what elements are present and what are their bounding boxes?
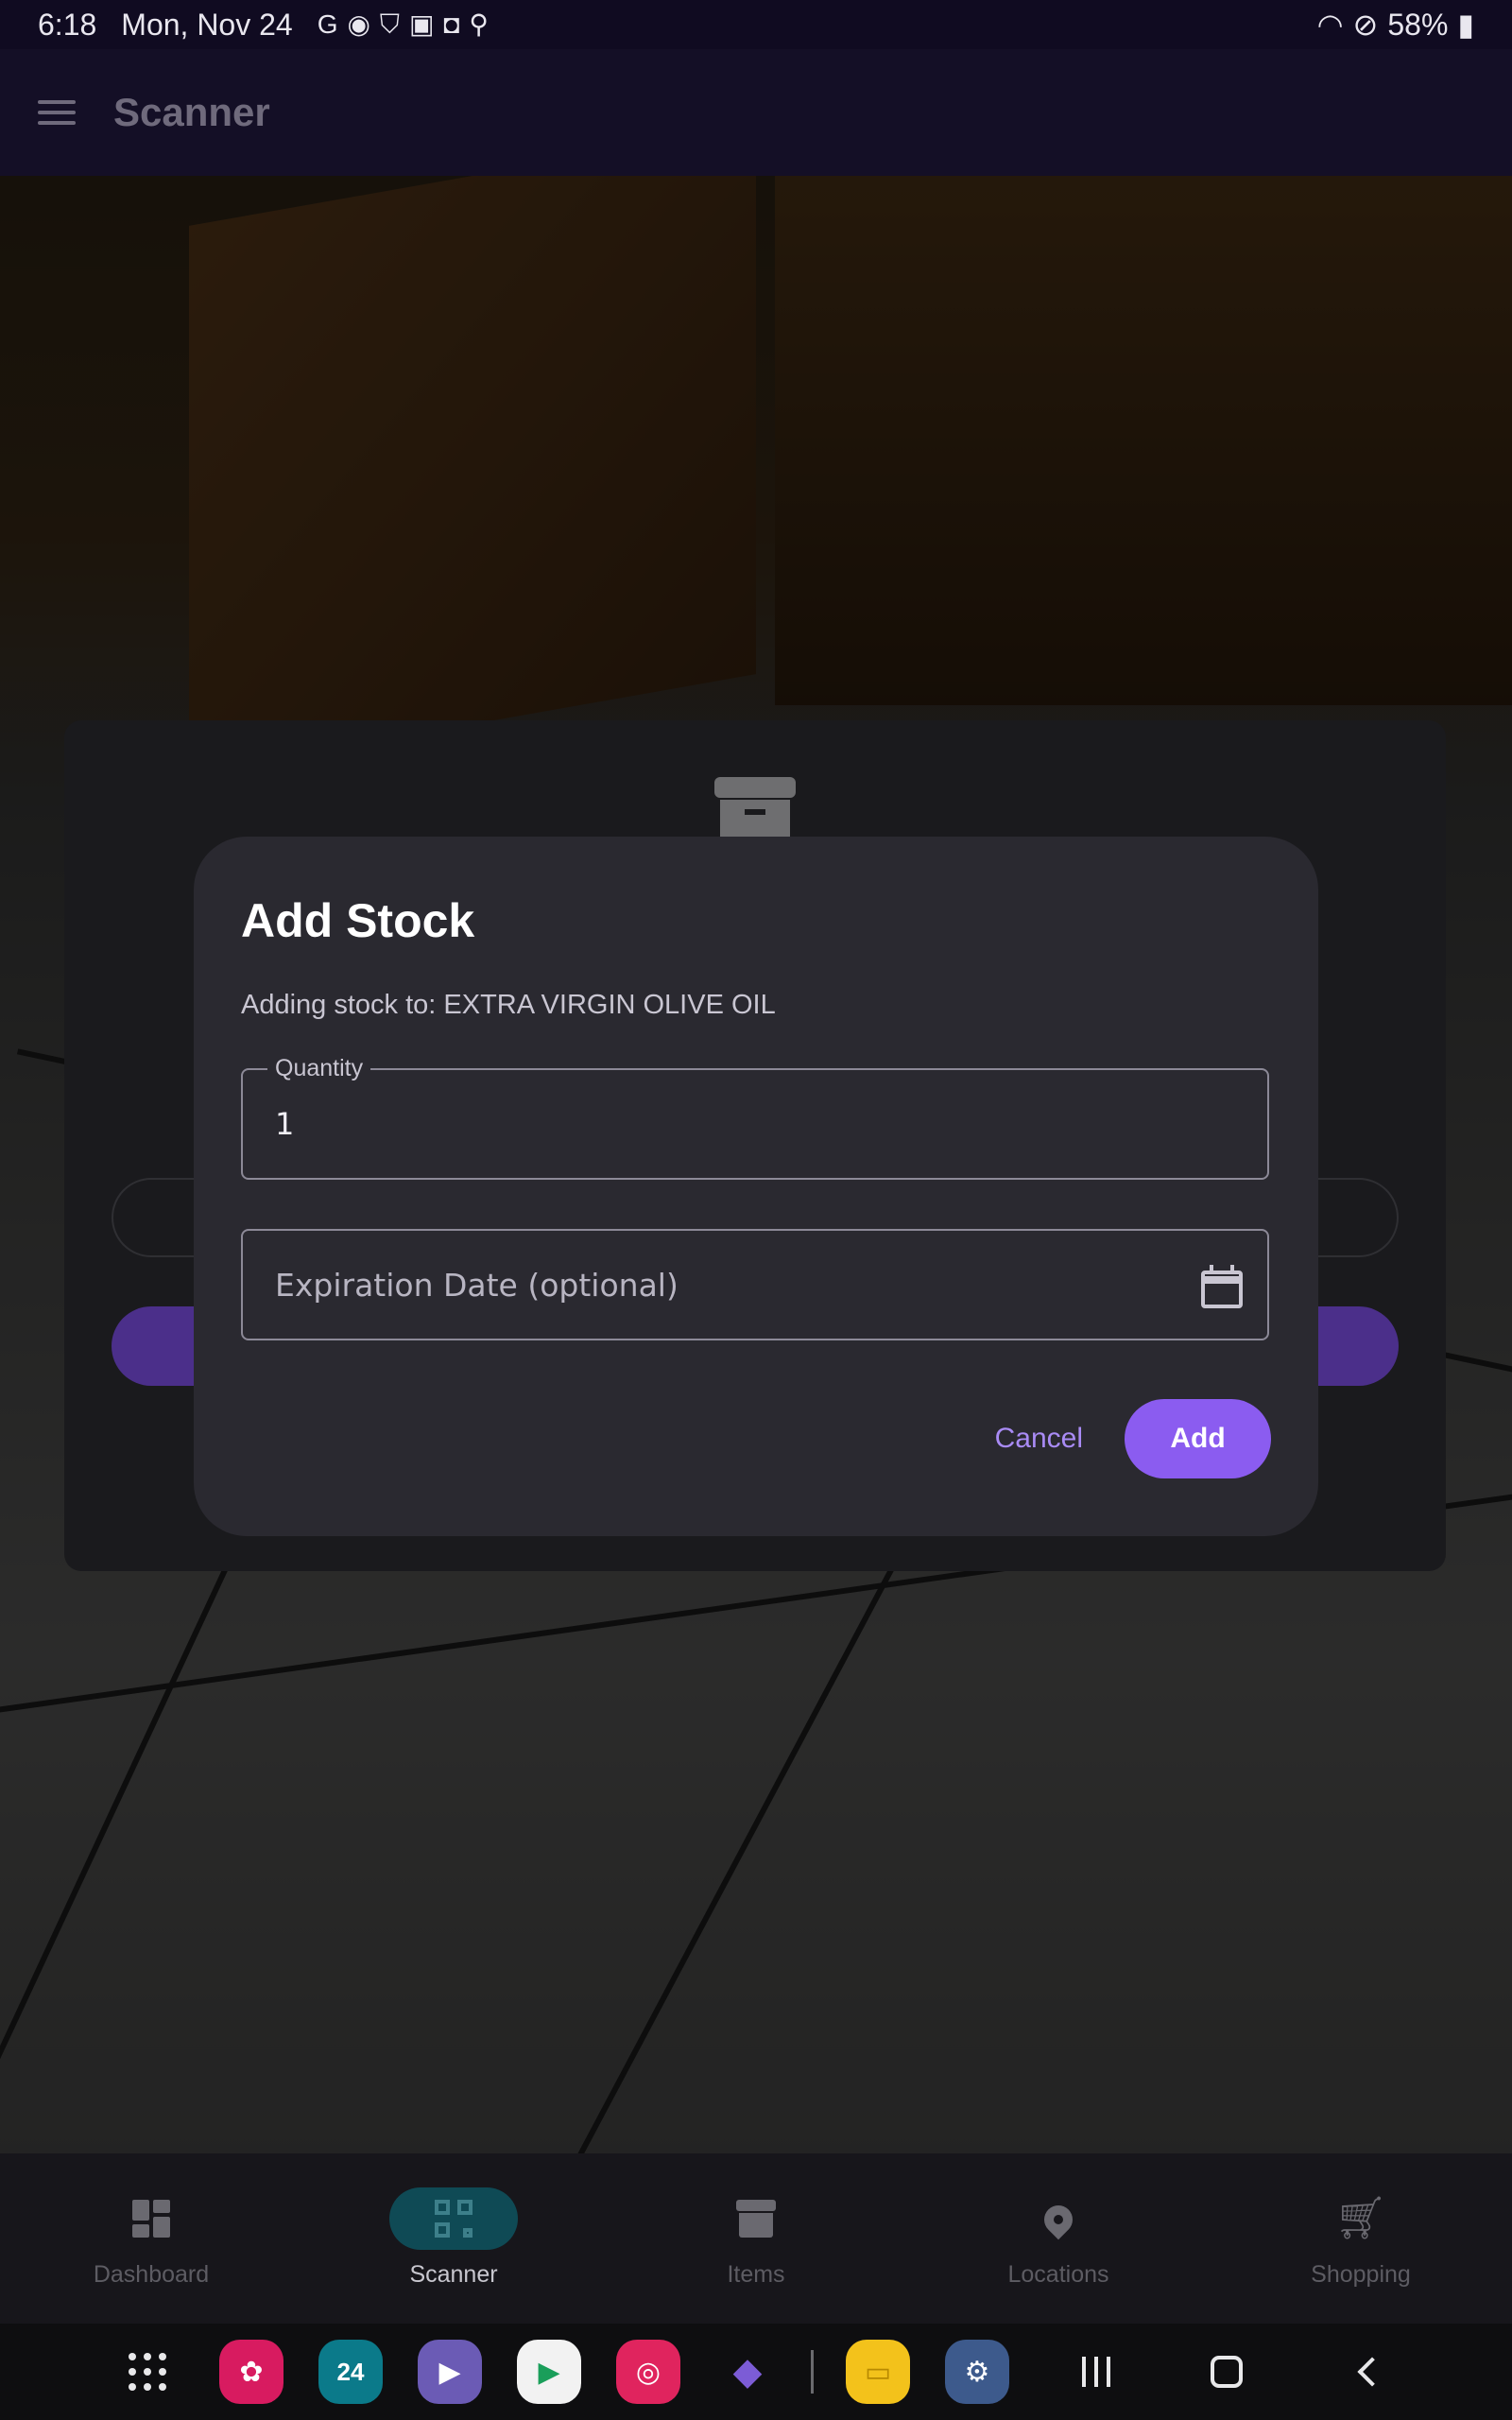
- play-store-icon[interactable]: ▶: [517, 2340, 581, 2404]
- camera-icon[interactable]: ◎: [616, 2340, 680, 2404]
- taskbar-divider: [811, 2350, 814, 2394]
- blossom-gallery-icon[interactable]: ✿: [219, 2340, 284, 2404]
- notification-icons: G ◉ ⛉ ▣ ◘ ⚲: [318, 11, 489, 38]
- video-player-icon[interactable]: ▶: [418, 2340, 482, 2404]
- accessibility-icon: ⚲: [469, 9, 489, 39]
- nav-label-locations: Locations: [1007, 2261, 1109, 2288]
- quantity-field[interactable]: Quantity 1: [241, 1055, 1269, 1180]
- archive-icon: [736, 2200, 776, 2238]
- calendar-icon[interactable]: [1201, 1265, 1243, 1308]
- nav-label-scanner: Scanner: [409, 2261, 498, 2288]
- qr-scanner-icon: [435, 2200, 472, 2238]
- dialog-title: Add Stock: [241, 894, 475, 947]
- menu-icon[interactable]: [38, 100, 76, 125]
- app-drawer-icon[interactable]: [129, 2353, 166, 2391]
- system-taskbar: ✿ 24 ▶ ▶ ◎ ◆ ▭ ⚙: [0, 2324, 1512, 2420]
- nav-item-items[interactable]: Items: [605, 2153, 907, 2324]
- calendar-icon[interactable]: 24: [318, 2340, 383, 2404]
- add-button[interactable]: Add: [1125, 1399, 1271, 1478]
- dialog-subtitle: Adding stock to: EXTRA VIRGIN OLIVE OIL: [241, 990, 776, 1020]
- nav-item-locations[interactable]: Locations: [907, 2153, 1210, 2324]
- shopping-cart-icon: 🛒︎: [1334, 2195, 1387, 2241]
- nav-item-dashboard[interactable]: Dashboard: [0, 2153, 302, 2324]
- nav-item-scanner[interactable]: Scanner: [302, 2153, 605, 2324]
- recent-apps-button[interactable]: [1082, 2357, 1110, 2387]
- shield-icon: ⛉: [379, 9, 400, 39]
- files-icon[interactable]: ▭: [846, 2340, 910, 2404]
- dnd-icon: ⊘: [1352, 8, 1379, 42]
- calendar-day: 24: [336, 2357, 365, 2386]
- back-button[interactable]: [1357, 2357, 1387, 2387]
- google-icon: G: [317, 9, 338, 39]
- status-right: ◠ ⊘ 58% ▮: [1317, 7, 1474, 43]
- dashboard-icon: [132, 2200, 170, 2238]
- settings-icon[interactable]: ⚙: [945, 2340, 1009, 2404]
- bag-icon: ◘: [443, 9, 460, 39]
- crystal-app-icon[interactable]: ◆: [715, 2340, 780, 2404]
- bottom-navigation: Dashboard Scanner Items Locations 🛒︎ Sho…: [0, 2153, 1512, 2324]
- status-date: Mon, Nov 24: [121, 7, 293, 42]
- expiration-date-field[interactable]: Expiration Date (optional): [241, 1229, 1269, 1340]
- quantity-label: Quantity: [267, 1055, 371, 1082]
- add-stock-dialog: Add Stock Adding stock to: EXTRA VIRGIN …: [194, 837, 1318, 1536]
- nav-label-dashboard: Dashboard: [93, 2261, 210, 2288]
- battery-icon: ▮: [1457, 8, 1474, 42]
- sync-icon: ◉: [347, 9, 370, 39]
- quantity-value[interactable]: 1: [275, 1106, 294, 1142]
- page-title: Scanner: [113, 90, 270, 134]
- home-button[interactable]: [1211, 2356, 1243, 2388]
- status-time: 6:18: [38, 7, 97, 42]
- location-pin-icon: [1038, 2199, 1079, 2240]
- nav-label-items: Items: [727, 2261, 785, 2288]
- archive-icon: [714, 777, 796, 843]
- image-icon: ▣: [408, 9, 435, 39]
- nav-label-shopping: Shopping: [1311, 2261, 1411, 2288]
- app-bar: Scanner: [0, 49, 1512, 176]
- status-bar: 6:18 Mon, Nov 24 G ◉ ⛉ ▣ ◘ ⚲ ◠ ⊘ 58% ▮: [0, 0, 1512, 49]
- cancel-button[interactable]: Cancel: [995, 1404, 1083, 1474]
- expiration-date-placeholder: Expiration Date (optional): [275, 1267, 679, 1304]
- battery-percent: 58%: [1387, 7, 1449, 42]
- dialog-actions: Cancel Add: [995, 1399, 1271, 1478]
- wifi-icon: ◠: [1316, 8, 1344, 42]
- nav-item-shopping[interactable]: 🛒︎ Shopping: [1210, 2153, 1512, 2324]
